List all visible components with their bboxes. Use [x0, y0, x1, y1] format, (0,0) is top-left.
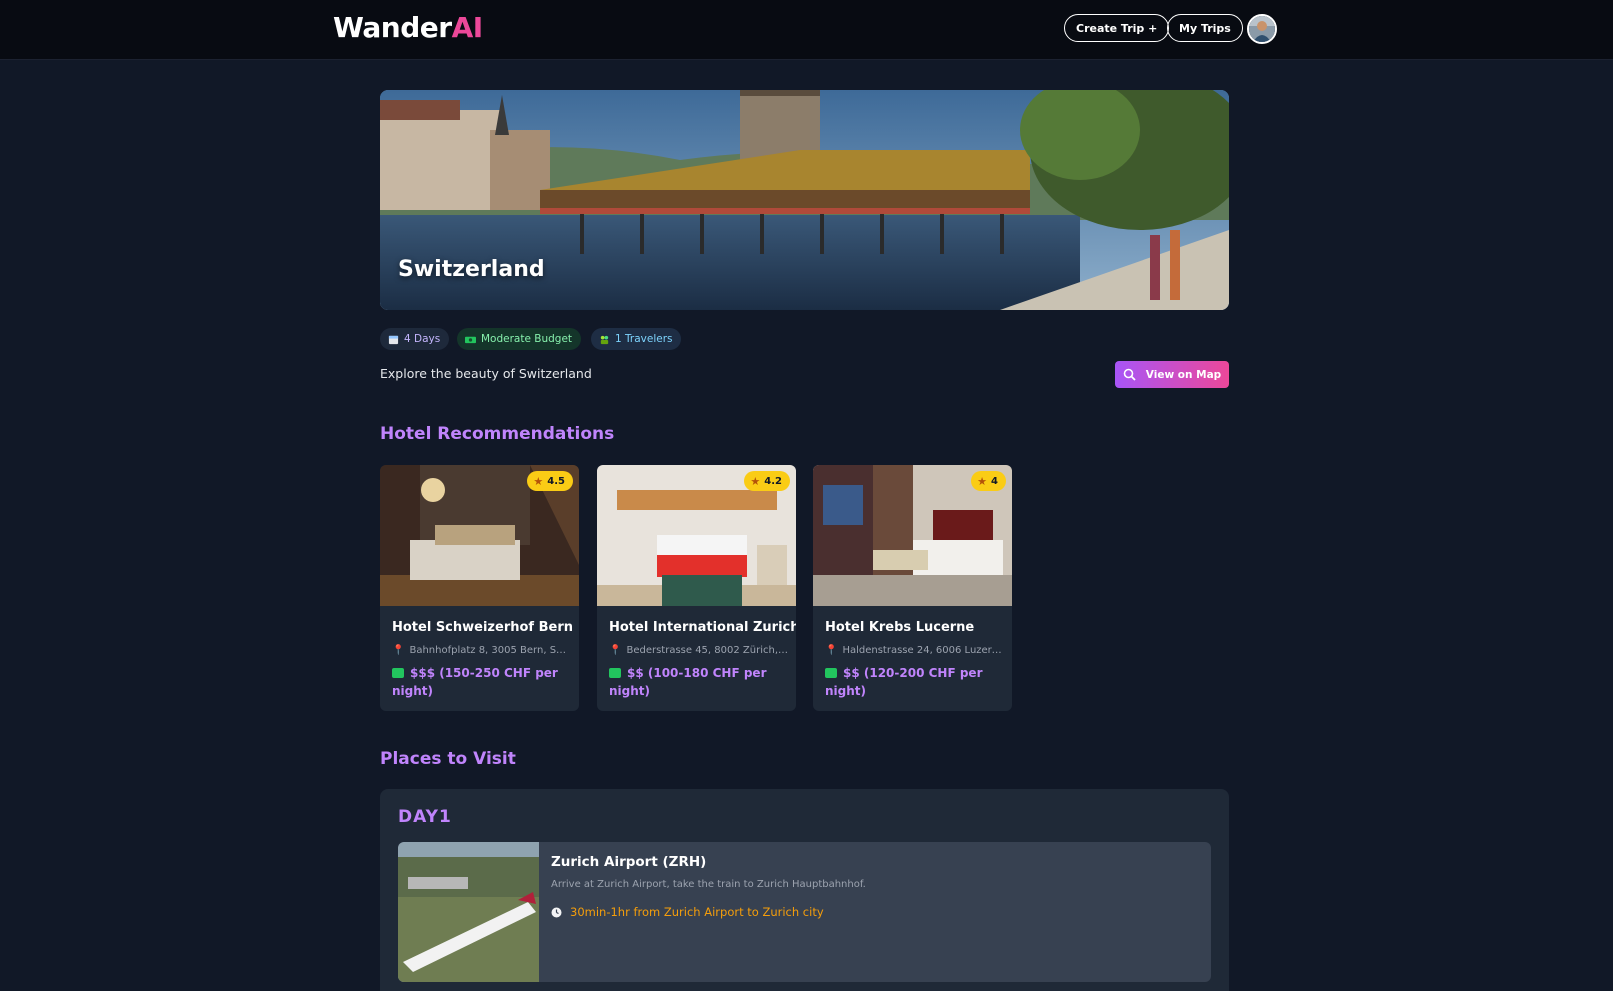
trip-destination-title: Switzerland — [398, 257, 545, 282]
hotel-address: 📍 Bahnhofplatz 8, 3005 Bern, Switzerland — [392, 645, 572, 656]
hotel-address-text: Haldenstrasse 24, 6006 Luzern, Switzerla… — [842, 645, 1005, 656]
view-on-map-button[interactable]: View on Map — [1115, 361, 1229, 388]
rating-badge: ★ 4 — [971, 471, 1006, 491]
hotel-card[interactable]: ★ 4.5 Hotel Schweizerhof Bern 📍 Bahnhofp… — [380, 465, 579, 711]
star-icon: ★ — [750, 474, 761, 488]
my-trips-button[interactable]: My Trips — [1167, 14, 1243, 42]
hotel-name: Hotel Krebs Lucerne — [825, 620, 975, 635]
hotel-address: 📍 Bederstrasse 45, 8002 Zürich, Switzerl… — [609, 645, 789, 656]
view-on-map-label: View on Map — [1145, 368, 1222, 381]
hotel-price: $$$ (150-250 CHF per night) — [392, 664, 570, 700]
user-avatar[interactable] — [1247, 14, 1277, 44]
hotel-price-text: $$ (100-180 CHF per night) — [609, 666, 767, 698]
map-search-icon — [1123, 368, 1136, 381]
clock-icon — [551, 907, 562, 917]
rating-value: 4.2 — [764, 475, 782, 487]
trip-description: Explore the beauty of Switzerland — [380, 366, 592, 381]
rating-badge: ★ 4.5 — [527, 471, 573, 491]
place-card[interactable]: Zurich Airport (ZRH) Arrive at Zurich Ai… — [398, 842, 1211, 982]
hotel-name: Hotel International Zurich — [609, 620, 796, 635]
hotel-card[interactable]: ★ 4.2 Hotel International Zurich 📍 Beder… — [597, 465, 796, 711]
budget-chip: Moderate Budget — [457, 328, 582, 350]
hotel-card[interactable]: ★ 4 Hotel Krebs Lucerne 📍 Haldenstrasse … — [813, 465, 1012, 711]
place-name: Zurich Airport (ZRH) — [551, 854, 707, 870]
hotel-price-text: $$ (120-200 CHF per night) — [825, 666, 983, 698]
travelers-chip-label: 1 Travelers — [615, 333, 673, 345]
star-icon: ★ — [533, 474, 544, 488]
top-navbar: WanderAI Create Trip + My Trips — [0, 0, 1613, 60]
budget-chip-label: Moderate Budget — [481, 333, 573, 345]
rating-value: 4.5 — [547, 475, 565, 487]
star-icon: ★ — [977, 474, 988, 488]
days-chip: 4 Days — [380, 328, 450, 350]
money-icon — [392, 668, 404, 678]
place-details: Arrive at Zurich Airport, take the train… — [551, 879, 866, 890]
app-logo[interactable]: WanderAI — [333, 11, 483, 44]
hotel-price-text: $$$ (150-250 CHF per night) — [392, 666, 558, 698]
hotel-address: 📍 Haldenstrasse 24, 6006 Luzern, Switzer… — [825, 645, 1005, 656]
travelers-chip: 1 Travelers — [591, 328, 682, 350]
hero-image: Switzerland — [380, 90, 1229, 310]
travelers-icon — [600, 335, 609, 344]
logo-main-text: Wander — [333, 11, 452, 44]
avatar-image — [1249, 16, 1275, 42]
logo-accent-text: AI — [451, 11, 484, 44]
rating-value: 4 — [991, 475, 998, 487]
hotel-price: $$ (120-200 CHF per night) — [825, 664, 1003, 700]
location-pin-icon: 📍 — [392, 645, 405, 656]
hotel-name: Hotel Schweizerhof Bern — [392, 620, 573, 635]
place-travel-time: 30min-1hr from Zurich Airport to Zurich … — [551, 905, 824, 919]
hotel-address-text: Bederstrasse 45, 8002 Zürich, Switzerlan… — [626, 645, 789, 656]
hotel-recommendations-heading: Hotel Recommendations — [380, 424, 615, 444]
hotel-price: $$ (100-180 CHF per night) — [609, 664, 787, 700]
create-trip-button[interactable]: Create Trip + — [1064, 14, 1170, 42]
hotel-address-text: Bahnhofplatz 8, 3005 Bern, Switzerland — [409, 645, 572, 656]
day-panel: DAY1 Zurich Airport (ZRH) Arrive at Zuri… — [380, 789, 1229, 991]
rating-badge: ★ 4.2 — [744, 471, 790, 491]
money-icon — [609, 668, 621, 678]
day-label: DAY1 — [398, 807, 452, 827]
location-pin-icon: 📍 — [825, 645, 838, 656]
calendar-icon — [388, 335, 399, 344]
place-photo — [398, 842, 539, 982]
places-to-visit-heading: Places to Visit — [380, 749, 516, 769]
place-travel-time-text: 30min-1hr from Zurich Airport to Zurich … — [570, 905, 824, 919]
money-icon — [465, 336, 476, 343]
location-pin-icon: 📍 — [609, 645, 622, 656]
days-chip-label: 4 Days — [404, 333, 441, 345]
money-icon — [825, 668, 837, 678]
